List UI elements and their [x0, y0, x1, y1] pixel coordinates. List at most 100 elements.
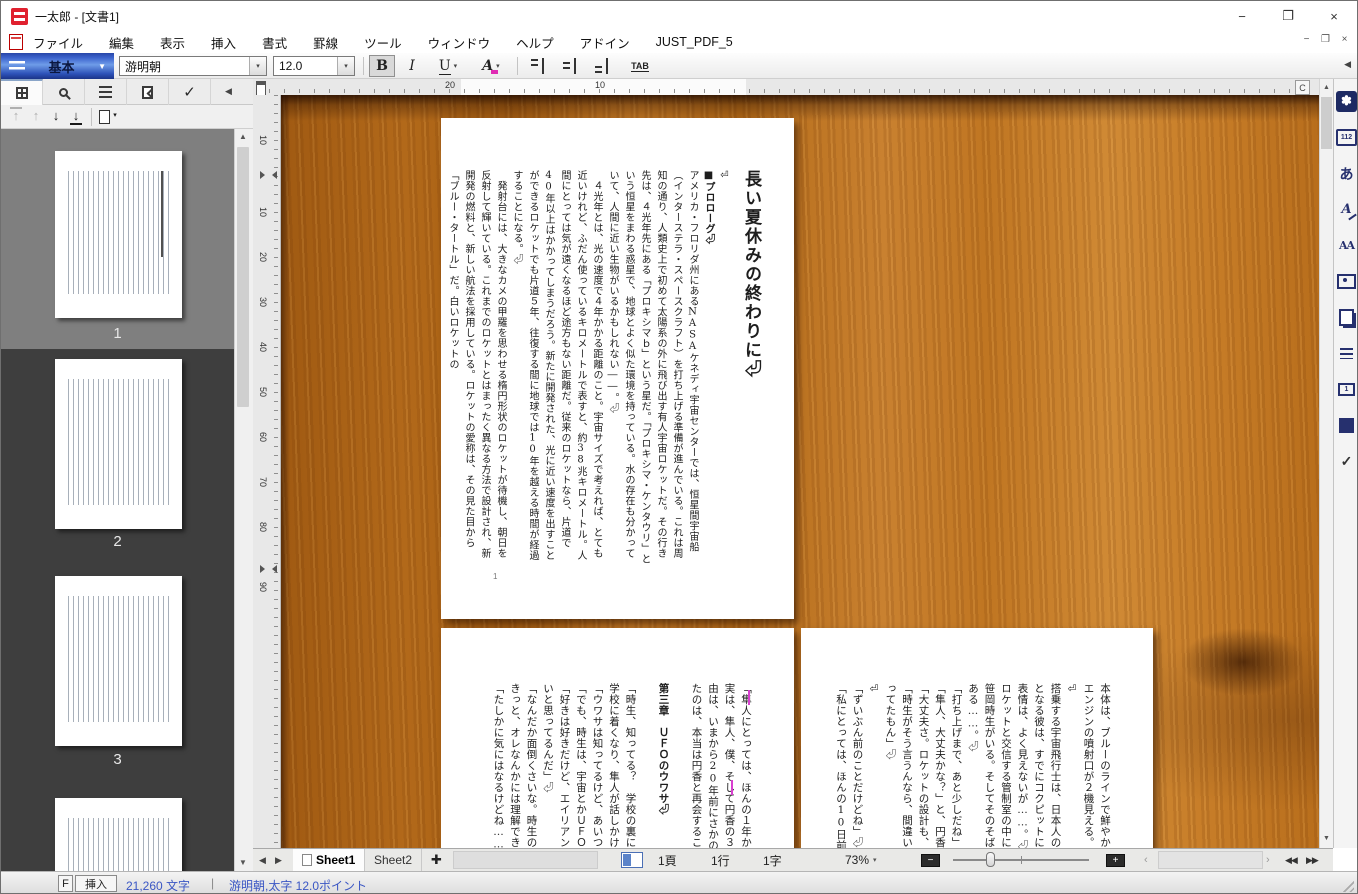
- document-page-3[interactable]: 本体は、ブルーのラインで鮮やかに縁取 エンジンの噴射口が２機見える。⏎ ⏎ 搭乗…: [801, 628, 1153, 848]
- zoom-slider-thumb[interactable]: [986, 852, 995, 867]
- font-color-button[interactable]: A ▾: [471, 55, 511, 77]
- underline-button[interactable]: U ▾: [429, 55, 467, 77]
- scroll-down-arrow[interactable]: ▼: [235, 855, 251, 871]
- doc-restore-button[interactable]: ❐: [1319, 34, 1332, 45]
- sheet-tab-1[interactable]: Sheet1: [293, 849, 365, 871]
- align-bottom-button[interactable]: [589, 55, 615, 77]
- insert-mode-button[interactable]: 挿入: [75, 875, 117, 892]
- last-page-button[interactable]: ▶▶: [1306, 849, 1318, 871]
- font-size-aa-icon[interactable]: AA: [1336, 235, 1357, 256]
- close-button[interactable]: ×: [1311, 1, 1357, 31]
- document-canvas[interactable]: 長い夏休みの終わりに⏎ ⏎ ■プロローグ⏎ アメリカ・フロリダ州にあるNASAケ…: [281, 95, 1319, 848]
- align-center-button[interactable]: [557, 55, 583, 77]
- view-layout-button[interactable]: [621, 852, 643, 868]
- thumbnail-item-1[interactable]: 1: [1, 129, 234, 349]
- app-logo-icon: [11, 8, 28, 25]
- proof-check-icon[interactable]: ✓: [1336, 451, 1357, 472]
- menu-border[interactable]: 罫線: [313, 33, 338, 52]
- horizontal-ruler: 20 10: [269, 79, 1319, 95]
- toolbar-collapse-arrow[interactable]: ◀: [1344, 59, 1351, 70]
- menu-tools[interactable]: ツール: [364, 33, 402, 52]
- photo-insert-icon[interactable]: [1336, 271, 1357, 292]
- doc-close-button[interactable]: ×: [1338, 34, 1351, 45]
- font-name-select[interactable]: 游明朝 ▾: [119, 56, 267, 76]
- bar-icon: [10, 107, 22, 109]
- margin-marker-icon[interactable]: [260, 565, 269, 573]
- tab-outline[interactable]: [85, 79, 127, 105]
- kana-input-icon[interactable]: あ: [1336, 163, 1357, 184]
- document-horizontal-scrollbar[interactable]: [1158, 851, 1263, 869]
- chevron-down-icon[interactable]: ▾: [496, 62, 500, 70]
- tab-thumbnails[interactable]: [1, 79, 43, 105]
- menu-window[interactable]: ウィンドウ: [428, 33, 491, 52]
- zoom-select[interactable]: 73% ▾: [845, 849, 877, 871]
- pattern-checker-icon[interactable]: [1336, 415, 1357, 436]
- document-page-2[interactable]: 「隼人にとっては、ほんの１年か２年の 実は、隼人、僕、そして円香の３人は 由は、…: [441, 628, 794, 848]
- text-column: たのは、本当は円香と再会することが目: [688, 683, 705, 848]
- restore-button[interactable]: ❐: [1265, 1, 1311, 31]
- sidebar-scrollbar[interactable]: ▲ ▼: [234, 129, 251, 871]
- tab-search[interactable]: [43, 79, 85, 105]
- text-column: 由は、いまから20年前にさかのぼる。そ: [705, 683, 722, 848]
- page-display-arrow[interactable]: ▾: [109, 107, 121, 125]
- tab-proof[interactable]: ✓: [169, 79, 211, 105]
- minimize-button[interactable]: −: [1219, 1, 1265, 31]
- move-last-button[interactable]: ↓: [67, 107, 85, 125]
- menu-format[interactable]: 書式: [262, 33, 287, 52]
- scrollbar-thumb[interactable]: [1321, 97, 1332, 149]
- combo-arrow-icon[interactable]: ▾: [249, 57, 266, 75]
- ruler-c-box[interactable]: C: [1295, 80, 1310, 95]
- document-vertical-scrollbar[interactable]: ▲ ▼: [1319, 79, 1333, 848]
- copy-documents-icon[interactable]: [1336, 307, 1357, 328]
- thumbnail-number: 3: [1, 751, 234, 768]
- thumbnail-item-3[interactable]: 3: [1, 571, 234, 789]
- align-top-button[interactable]: [525, 55, 551, 77]
- margin-marker-icon[interactable]: [260, 171, 269, 179]
- resize-grip[interactable]: [1340, 878, 1354, 892]
- combo-arrow-icon[interactable]: ▾: [337, 57, 354, 75]
- bold-button[interactable]: B: [369, 55, 395, 77]
- sheet-prev-arrow[interactable]: ◀: [259, 849, 266, 871]
- hscroll-right-arrow[interactable]: ›: [1266, 849, 1270, 871]
- pen-style-icon[interactable]: A: [1336, 199, 1357, 220]
- menu-just-pdf5[interactable]: JUST_PDF_5: [656, 35, 733, 49]
- scroll-up-arrow[interactable]: ▲: [1320, 81, 1333, 95]
- chevron-down-icon[interactable]: ▾: [454, 62, 458, 70]
- scrollbar-thumb[interactable]: [237, 147, 249, 407]
- outline-view-icon[interactable]: [1336, 343, 1357, 364]
- scroll-down-arrow[interactable]: ▼: [1320, 832, 1333, 846]
- menu-addin[interactable]: アドイン: [580, 33, 630, 52]
- sheet-tab-2[interactable]: Sheet2: [365, 849, 422, 871]
- move-first-button[interactable]: ↑: [7, 107, 25, 125]
- scroll-up-arrow[interactable]: ▲: [235, 129, 251, 145]
- date-calendar-icon[interactable]: 112: [1336, 127, 1357, 148]
- sheet-next-arrow[interactable]: ▶: [275, 849, 282, 871]
- style-menu-button[interactable]: 基本 ▼: [1, 53, 114, 79]
- tab-marker-icon[interactable]: [256, 81, 266, 96]
- tab-page-jump[interactable]: [127, 79, 169, 105]
- italic-button[interactable]: I: [400, 55, 424, 77]
- move-down-button[interactable]: ↓: [47, 107, 65, 125]
- f-mode-button[interactable]: F: [58, 875, 73, 892]
- menu-insert[interactable]: 挿入: [211, 33, 236, 52]
- thumbnail-item-2[interactable]: 2: [1, 351, 234, 569]
- zoom-in-button[interactable]: +: [1106, 854, 1125, 867]
- hscroll-left-arrow[interactable]: ‹: [1144, 849, 1148, 871]
- menu-file[interactable]: ファイル: [33, 33, 83, 52]
- first-page-button[interactable]: ◀◀: [1285, 849, 1297, 871]
- tab-button[interactable]: TAB: [623, 55, 657, 77]
- justsystems-flower-icon[interactable]: ✽: [1336, 91, 1357, 112]
- font-size-select[interactable]: 12.0 ▾: [273, 56, 355, 76]
- zoom-out-button[interactable]: −: [921, 854, 940, 867]
- add-sheet-button[interactable]: ✚: [431, 849, 442, 871]
- thumbnail-item-4[interactable]: [1, 791, 234, 871]
- move-up-button[interactable]: ↑: [27, 107, 45, 125]
- menu-help[interactable]: ヘルプ: [516, 33, 554, 52]
- menu-edit[interactable]: 編集: [109, 33, 134, 52]
- comment-note-icon[interactable]: 1: [1336, 379, 1357, 400]
- menu-view[interactable]: 表示: [160, 33, 185, 52]
- sidebar-collapse-arrow[interactable]: ◀: [225, 86, 232, 97]
- document-page-1[interactable]: 長い夏休みの終わりに⏎ ⏎ ■プロローグ⏎ アメリカ・フロリダ州にあるNASAケ…: [441, 118, 794, 619]
- doc-minimize-button[interactable]: −: [1300, 34, 1313, 45]
- status-bar: F 挿入 21,260 文字 | 游明朝,太字 12.0ポイント: [1, 871, 1357, 894]
